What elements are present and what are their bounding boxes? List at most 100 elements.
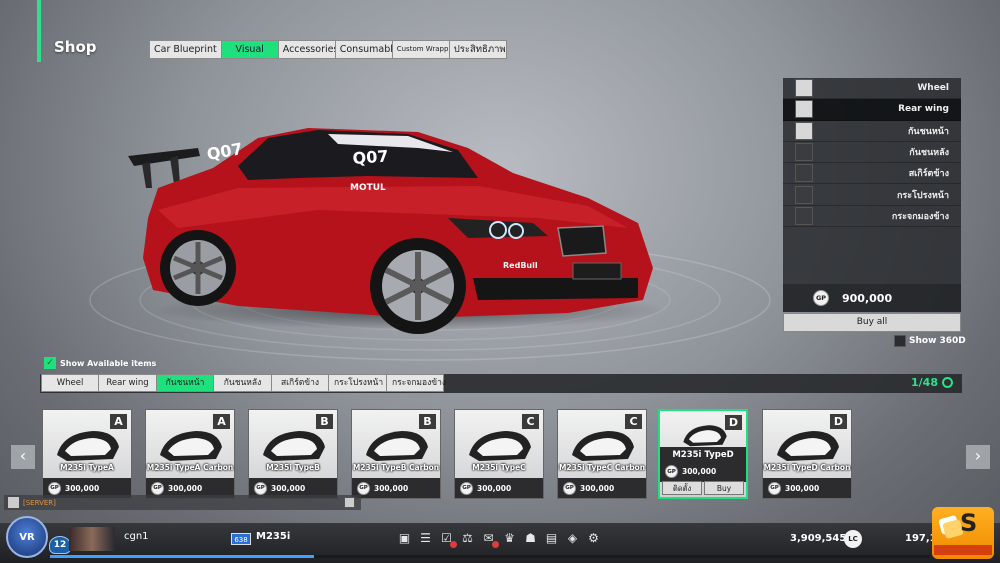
part-label: กันชนหลัง [909,148,949,159]
gp-coin-icon: GP [563,481,576,495]
part-row-wheel[interactable]: Wheel [783,78,961,100]
svg-text:RedBull: RedBull [503,261,538,270]
next-page-button[interactable]: › [966,445,990,469]
gp-coin-icon: GP [151,481,164,495]
buy-button[interactable]: Buy [704,481,744,495]
item-name: M235i TypeB [266,463,320,472]
item-price: GP 300,000 [455,478,543,498]
category-tab-hood[interactable]: กระโปรงหน้า [328,374,387,392]
tab-car-blueprint[interactable]: Car Blueprint [149,40,222,59]
show-available-toggle[interactable]: ✓ Show Available items [44,357,156,369]
svg-text:Q07: Q07 [352,147,389,168]
bumper-part-icon [683,425,727,447]
buy-all-button[interactable]: Buy all [783,313,961,332]
item-card[interactable]: A M235i TypeA GP 300,000 [42,409,132,499]
category-tab-rear-bumper[interactable]: กันชนหลัง [213,374,272,392]
selected-item-info: M235i TypeD GP 300,000 [660,447,746,482]
part-label: กระโปรงหน้า [896,190,949,201]
total-price-value: 900,000 [842,291,893,305]
gp-coin-icon: GP [665,465,678,478]
item-price-value: 300,000 [271,483,306,493]
scales-icon[interactable]: ⚖ [459,529,476,546]
item-card[interactable]: B M235i TypeB Carbon GP 300,000 [351,409,441,499]
part-row-rear-wing[interactable]: Rear wing [783,99,961,121]
chat-expand-icon[interactable] [344,497,355,508]
empty-slot-icon [795,206,813,225]
part-row-rear-bumper[interactable]: กันชนหลัง [783,142,961,164]
header-accent-bar [37,0,41,62]
briefcase-icon[interactable]: ▣ [396,529,413,546]
tab-performance[interactable]: ประสิทธิภาพ [448,40,507,59]
item-count: 1/48 [911,376,953,389]
mail-icon[interactable]: ✉ [480,529,499,548]
gear-icon[interactable]: ⚙ [585,529,602,546]
tab-accessories[interactable]: Accessories [277,40,338,59]
player-level: 12 [49,536,71,554]
dice-icon[interactable]: ◈ [564,529,581,546]
item-card[interactable]: C M235i TypeC GP 300,000 [454,409,544,499]
trophy-icon[interactable]: ♛ [501,529,518,546]
part-label: Wheel [917,83,949,94]
item-price-value: 300,000 [65,483,100,493]
part-row-side-mirror[interactable]: กระจกมองข้าง [783,206,961,228]
checklist-icon[interactable]: ☑ [438,529,457,548]
prev-page-button[interactable]: ‹ [11,445,35,469]
category-tab-side-skirt[interactable]: สเกิร์ตข้าง [271,374,329,392]
car-id-badge: 638 [231,533,251,545]
crew-icon[interactable]: ☗ [522,529,539,546]
check-icon[interactable]: ✓ [44,357,56,369]
category-tab-rear-wing[interactable]: Rear wing [98,374,157,392]
empty-slot-icon [795,143,813,162]
parts-panel: Wheel Rear wing กันชนหน้า กันชนหลัง สเกิ… [783,78,961,284]
item-price: GP 300,000 [763,478,851,498]
item-price-value: 300,000 [168,483,203,493]
avatar[interactable] [69,527,115,551]
part-row-hood[interactable]: กระโปรงหน้า [783,184,961,206]
chat-bubble-icon[interactable] [8,497,19,508]
item-price: GP 300,000 [558,478,646,498]
player-orb[interactable]: VR [6,516,48,558]
tab-consumable[interactable]: Consumable [334,40,399,59]
category-tab-side-mirror[interactable]: กระจกมองข้าง [386,374,446,392]
bumper-part-icon [263,431,325,461]
show-360-toggle[interactable]: Show 360D [894,335,966,347]
front-bumper-icon [795,121,813,140]
tab-custom-wrapping[interactable]: Custom Wrapping [391,40,459,59]
part-label: กระจกมองข้าง [891,211,949,222]
item-name: M235i TypeA Carbon [146,463,234,472]
lc-balance: 3,909,545 [790,533,847,544]
wheel-icon [795,79,813,98]
category-tab-front-bumper[interactable]: กันชนหน้า [156,374,214,392]
exp-bar-fill [50,555,314,558]
rear-wing-icon [795,100,813,119]
filter-gear-icon[interactable] [941,377,953,388]
gp-coin-icon: GP [813,290,829,306]
item-card[interactable]: A M235i TypeA Carbon GP 300,000 [145,409,235,499]
item-price: GP 300,000 [665,465,716,478]
card-actions: ติดตั้ง Buy [662,481,744,495]
chat-server-tag: [SERVER] [23,498,56,507]
bumper-part-icon [572,431,634,461]
equip-button[interactable]: ติดตั้ง [662,481,702,495]
bumper-part-icon [366,431,428,461]
chat-icon[interactable]: ▤ [543,529,560,546]
car-preview[interactable]: Q07 Q07 MOTUL RedBull [118,118,678,358]
show-360-checkbox[interactable] [894,335,906,347]
chat-bar[interactable]: [SERVER] [4,495,361,510]
item-price: GP 300,000 [352,478,440,498]
item-name: M235i TypeC Carbon [558,463,646,472]
total-price: GP 900,000 [783,284,961,312]
part-label: Rear wing [898,104,949,115]
part-row-front-bumper[interactable]: กันชนหน้า [783,121,961,142]
player-name: cgn1 [124,531,149,542]
item-card[interactable]: C M235i TypeC Carbon GP 300,000 [557,409,647,499]
item-name: M235i TypeD Carbon [763,463,851,472]
tab-visual[interactable]: Visual [220,40,279,59]
item-card[interactable]: B M235i TypeB GP 300,000 [248,409,338,499]
item-card[interactable]: D M235i TypeD Carbon GP 300,000 [762,409,852,499]
sliders-icon[interactable]: ☰ [417,529,434,546]
category-tab-wheel[interactable]: Wheel [41,374,99,392]
item-card-selected[interactable]: D M235i TypeD GP 300,000 ติดตั้ง Buy [658,409,748,499]
part-row-side-skirt[interactable]: สเกิร์ตข้าง [783,163,961,185]
category-tabs: Wheel Rear wing กันชนหน้า กันชนหลัง สเกิ… [41,374,446,392]
